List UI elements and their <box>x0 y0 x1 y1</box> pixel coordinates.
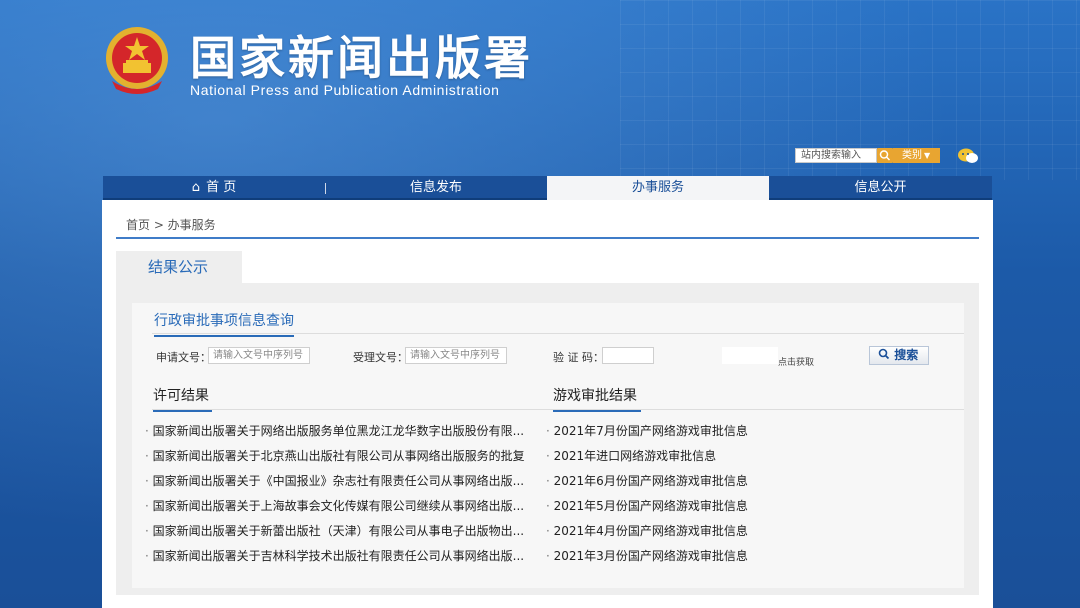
license-item[interactable]: 国家新闻出版署关于上海故事会文化传媒有限公司继续从事网络出版... <box>145 494 525 519</box>
results-inner: 行政审批事项信息查询 申请文号： 请输入文号中序列号 受理文号： 请输入文号中序… <box>132 303 964 588</box>
section-divider <box>152 333 964 334</box>
license-item[interactable]: 国家新闻出版署关于新蕾出版社（天津）有限公司从事电子出版物出... <box>145 519 525 544</box>
game-item[interactable]: 2021年进口网络游戏审批信息 <box>546 444 806 469</box>
category-label: 类别 <box>902 150 922 161</box>
license-item[interactable]: 国家新闻出版署关于网络出版服务单位黑龙江龙华数字出版股份有限... <box>145 419 525 444</box>
wechat-icon[interactable] <box>957 147 979 165</box>
game-item[interactable]: 2021年3月份国产网络游戏审批信息 <box>546 544 806 569</box>
game-item[interactable]: 2021年7月份国产网络游戏审批信息 <box>546 419 806 444</box>
search-button-label: 搜索 <box>894 348 919 362</box>
search-icon <box>878 348 894 362</box>
breadcrumb-divider <box>116 237 979 239</box>
game-section-title: 游戏审批结果 <box>553 385 641 412</box>
site-search-input[interactable]: 站内搜索输入 <box>795 148 877 163</box>
apply-no-input[interactable]: 请输入文号中序列号 <box>208 347 310 364</box>
breadcrumb[interactable]: 首页 > 办事服务 <box>126 216 216 233</box>
license-item[interactable]: 国家新闻出版署关于吉林科学技术出版社有限责任公司从事网络出版... <box>145 544 525 569</box>
game-list: 2021年7月份国产网络游戏审批信息 2021年进口网络游戏审批信息 2021年… <box>546 419 806 569</box>
results-panel: 行政审批事项信息查询 申请文号： 请输入文号中序列号 受理文号： 请输入文号中序… <box>116 283 979 595</box>
license-list: 国家新闻出版署关于网络出版服务单位黑龙江龙华数字出版股份有限... 国家新闻出版… <box>145 419 525 569</box>
category-dropdown[interactable]: 类别 ▼ <box>893 148 940 163</box>
captcha-refresh-link[interactable]: 点击获取 <box>778 355 814 368</box>
captcha-image[interactable] <box>722 347 778 364</box>
nav-item-info-disclosure[interactable]: 信息公开 <box>769 176 992 200</box>
nav-item-services[interactable]: 办事服务 <box>547 176 769 200</box>
license-item[interactable]: 国家新闻出版署关于《中国报业》杂志社有限责任公司从事网络出版... <box>145 469 525 494</box>
game-item[interactable]: 2021年6月份国产网络游戏审批信息 <box>546 469 806 494</box>
license-item[interactable]: 国家新闻出版署关于北京燕山出版社有限公司从事网络出版服务的批复 <box>145 444 525 469</box>
game-item[interactable]: 2021年5月份国产网络游戏审批信息 <box>546 494 806 519</box>
home-icon: ⌂ <box>191 180 201 195</box>
nav-item-home[interactable]: ⌂ 首 页 <box>103 176 325 200</box>
chevron-down-icon: ▼ <box>924 151 931 160</box>
captcha-label: 验 证 码： <box>553 351 604 364</box>
tab-results[interactable]: 结果公示 <box>116 251 242 284</box>
search-icon[interactable] <box>877 148 893 163</box>
apply-no-label: 申请文号： <box>156 351 211 364</box>
game-item[interactable]: 2021年4月份国产网络游戏审批信息 <box>546 519 806 544</box>
site-subtitle: National Press and Publication Administr… <box>190 82 500 98</box>
main-content: 首页 > 办事服务 结果公示 行政审批事项信息查询 申请文号： 请输入文号中序列… <box>102 200 993 608</box>
accept-no-label: 受理文号： <box>353 351 408 364</box>
site-title: 国家新闻出版署 <box>190 31 533 85</box>
national-emblem-icon <box>106 27 168 94</box>
accept-no-input[interactable]: 请输入文号中序列号 <box>405 347 507 364</box>
search-button[interactable]: 搜索 <box>869 346 929 365</box>
nav-item-info-release[interactable]: 信息发布 <box>325 176 547 200</box>
main-nav: ⌂ 首 页 信息发布 办事服务 信息公开 <box>103 176 992 200</box>
nav-item-label: 首 页 <box>206 180 237 195</box>
license-section-title: 许可结果 <box>153 385 212 412</box>
captcha-input[interactable] <box>602 347 654 364</box>
